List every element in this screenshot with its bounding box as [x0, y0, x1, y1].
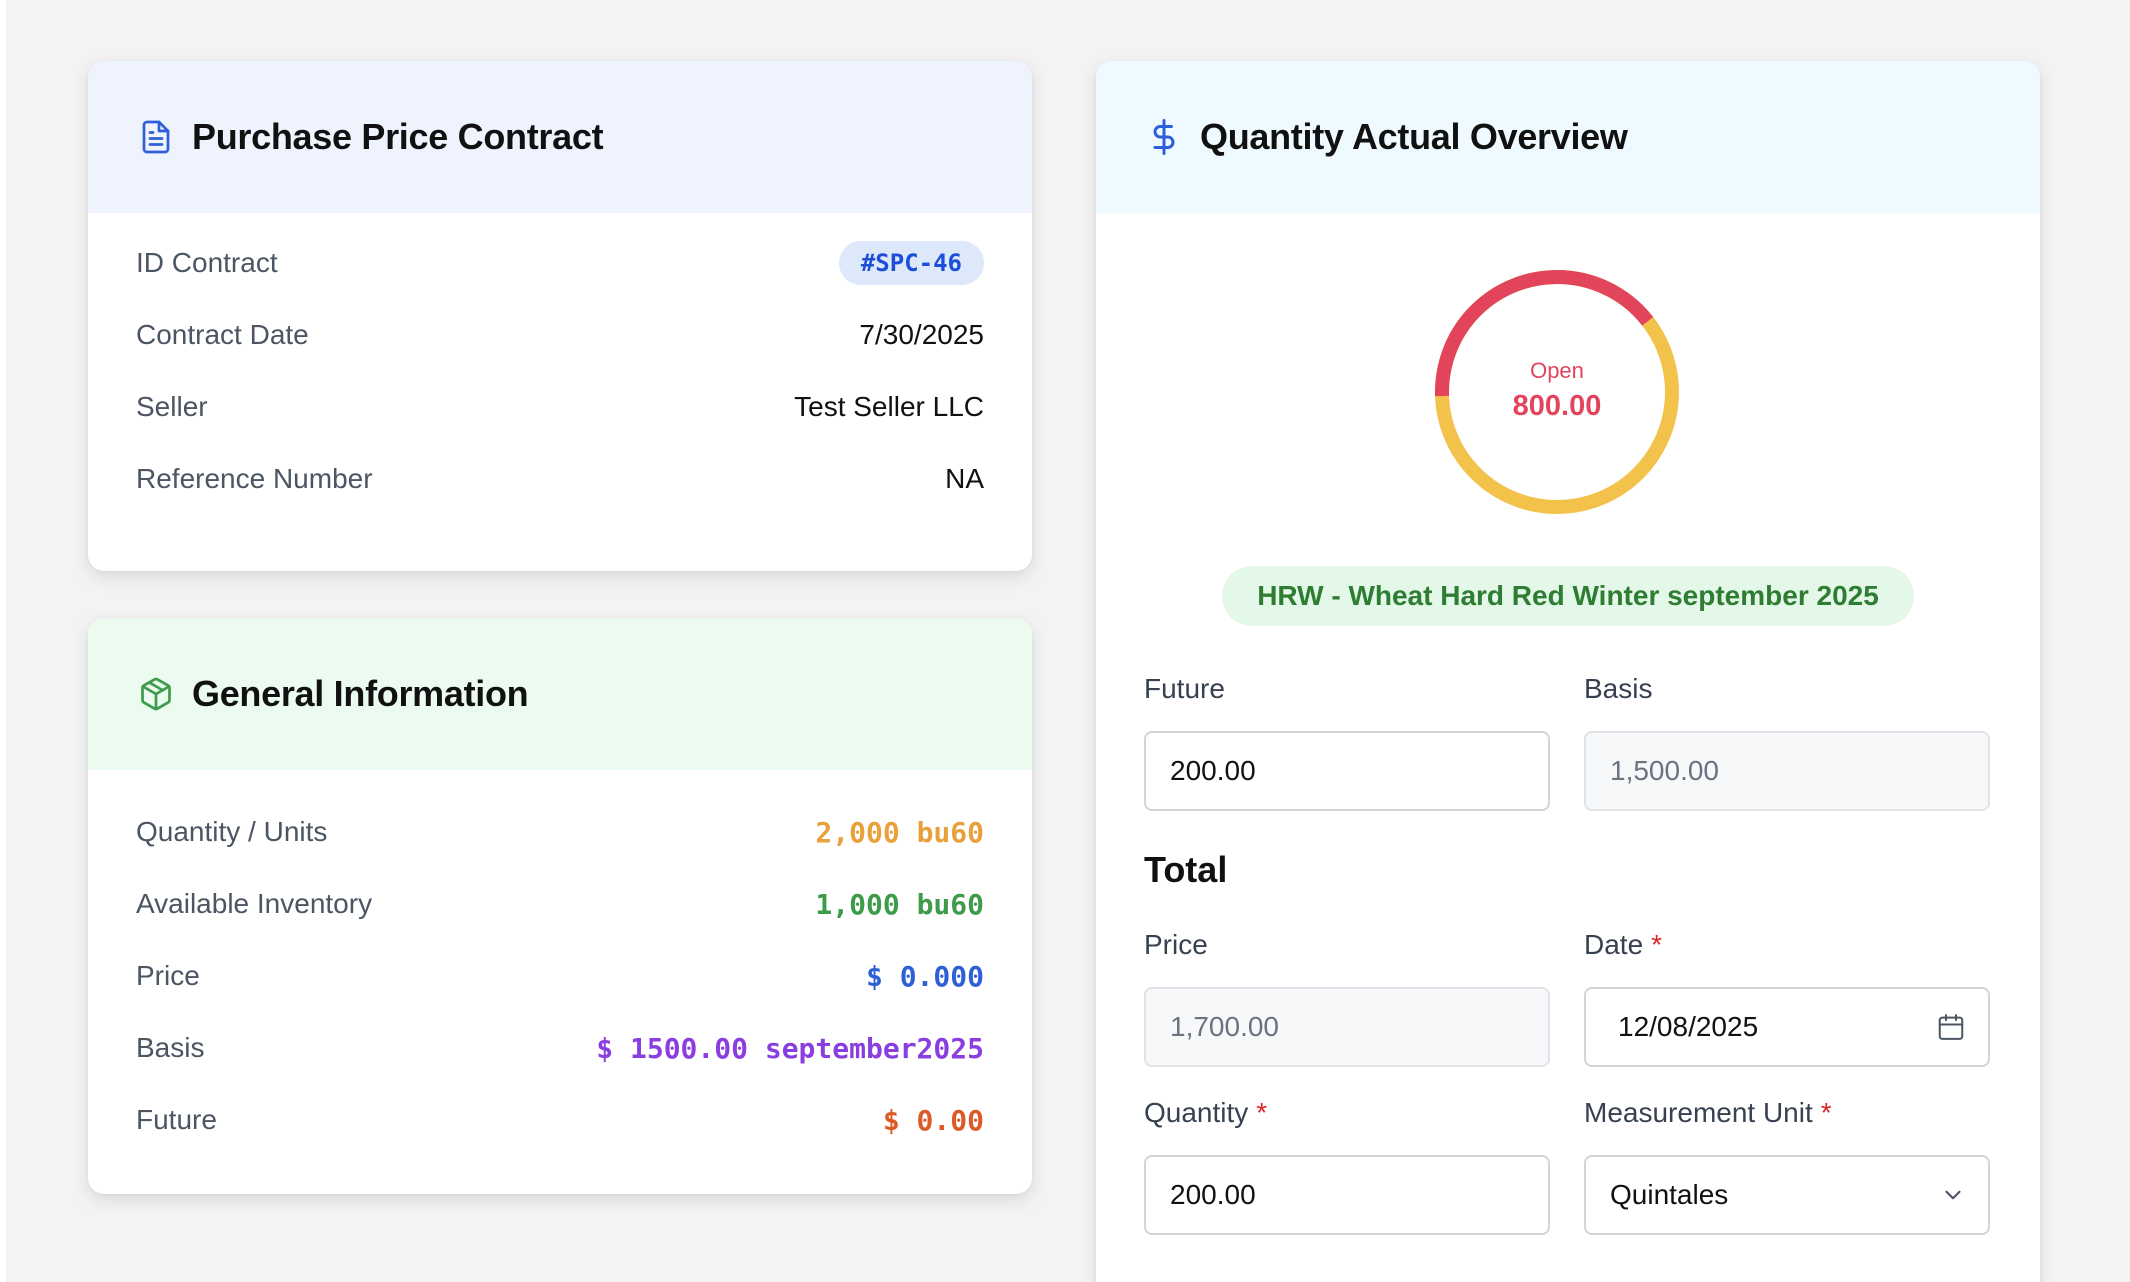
- price-label: Price: [136, 960, 200, 991]
- required-mark: *: [1651, 929, 1663, 960]
- price-field-label: Price: [1144, 929, 1208, 960]
- basis-value: $ 1500.00 september2025: [596, 1031, 984, 1065]
- seller-label: Seller: [136, 391, 208, 422]
- measurement-unit-value: Quintales: [1610, 1179, 1729, 1210]
- basis-row: Basis $ 1500.00 september2025: [136, 1012, 984, 1084]
- contract-date-row: Contract Date 7/30/2025: [136, 299, 984, 371]
- future-value: $ 0.00: [882, 1103, 984, 1137]
- seller-value: Test Seller LLC: [794, 391, 984, 422]
- quantity-value: 2,000 bu60: [815, 815, 984, 849]
- general-info-card: General Information Quantity / Units 2,0…: [88, 618, 1032, 1194]
- contract-id-row: ID Contract #SPC-46: [136, 227, 984, 299]
- unit-label-text: Measurement Unit: [1584, 1097, 1813, 1128]
- date-label-text: Date: [1584, 929, 1644, 960]
- donut-label: Open: [1530, 357, 1584, 383]
- future-label: Future: [136, 1104, 217, 1135]
- price-row: Price $ 0.000: [136, 940, 984, 1012]
- future-input-value: 200.00: [1170, 755, 1256, 786]
- overview-card: Quantity Actual Overview Open 800.00 HRW…: [1096, 61, 2040, 1282]
- quantity-input-value: 200.00: [1170, 1179, 1256, 1210]
- contract-card: Purchase Price Contract ID Contract #SPC…: [88, 61, 1032, 571]
- quantity-input[interactable]: 200.00: [1144, 1155, 1550, 1235]
- overview-title: Quantity Actual Overview: [1200, 116, 1628, 157]
- left-edge: [0, 0, 6, 1282]
- contract-card-title: Purchase Price Contract: [192, 116, 604, 157]
- future-input[interactable]: 200.00: [1144, 731, 1550, 811]
- calendar-icon[interactable]: [1936, 989, 1966, 1065]
- package-icon: [138, 676, 174, 712]
- required-mark: *: [1820, 1097, 1832, 1128]
- date-input[interactable]: 12/08/2025: [1584, 987, 1990, 1067]
- contract-card-header: Purchase Price Contract: [88, 61, 1032, 213]
- price-input-value: 1,700.00: [1170, 1011, 1279, 1042]
- donut-value: 800.00: [1512, 389, 1602, 422]
- commodity-badge: HRW - Wheat Hard Red Winter september 20…: [1222, 566, 1914, 626]
- dollar-icon: [1146, 119, 1182, 155]
- future-field-label: Future: [1144, 673, 1225, 704]
- inventory-value: 1,000 bu60: [815, 887, 984, 921]
- contract-id-badge: #SPC-46: [838, 241, 984, 285]
- contract-id-label: ID Contract: [136, 247, 278, 278]
- reference-row: Reference Number NA: [136, 443, 984, 515]
- date-input-value: 12/08/2025: [1618, 1011, 1759, 1042]
- required-mark: *: [1256, 1097, 1268, 1128]
- overview-header: Quantity Actual Overview: [1096, 61, 2040, 213]
- basis-field-label: Basis: [1584, 673, 1653, 704]
- open-quantity-donut: Open 800.00: [1432, 267, 1682, 517]
- basis-input: 1,500.00: [1584, 731, 1990, 811]
- inventory-label: Available Inventory: [136, 888, 373, 919]
- basis-input-value: 1,500.00: [1610, 755, 1719, 786]
- contract-date-label: Contract Date: [136, 319, 309, 350]
- chevron-down-icon: [1940, 1157, 1966, 1233]
- reference-value: NA: [945, 463, 984, 494]
- inventory-row: Available Inventory 1,000 bu60: [136, 868, 984, 940]
- reference-label: Reference Number: [136, 463, 373, 494]
- basis-label: Basis: [136, 1032, 205, 1063]
- general-info-header: General Information: [88, 618, 1032, 770]
- quantity-label: Quantity / Units: [136, 816, 328, 847]
- contract-date-value: 7/30/2025: [859, 319, 984, 350]
- date-field-label: Date *: [1584, 929, 1662, 961]
- quantity-row: Quantity / Units 2,000 bu60: [136, 796, 984, 868]
- unit-field-label: Measurement Unit *: [1584, 1097, 1832, 1129]
- price-input: 1,700.00: [1144, 987, 1550, 1067]
- document-icon: [138, 119, 174, 155]
- donut-center: Open 800.00: [1432, 267, 1682, 517]
- total-section-title: Total: [1144, 849, 1228, 890]
- price-value: $ 0.000: [865, 959, 984, 993]
- general-info-details: Quantity / Units 2,000 bu60 Available In…: [88, 770, 1032, 1156]
- future-row: Future $ 0.00: [136, 1084, 984, 1156]
- measurement-unit-select[interactable]: Quintales: [1584, 1155, 1990, 1235]
- contract-details: ID Contract #SPC-46 Contract Date 7/30/2…: [88, 213, 1032, 515]
- general-info-title: General Information: [192, 673, 529, 714]
- quantity-label-text: Quantity: [1144, 1097, 1249, 1128]
- quantity-field-label: Quantity *: [1144, 1097, 1267, 1129]
- seller-row: Seller Test Seller LLC: [136, 371, 984, 443]
